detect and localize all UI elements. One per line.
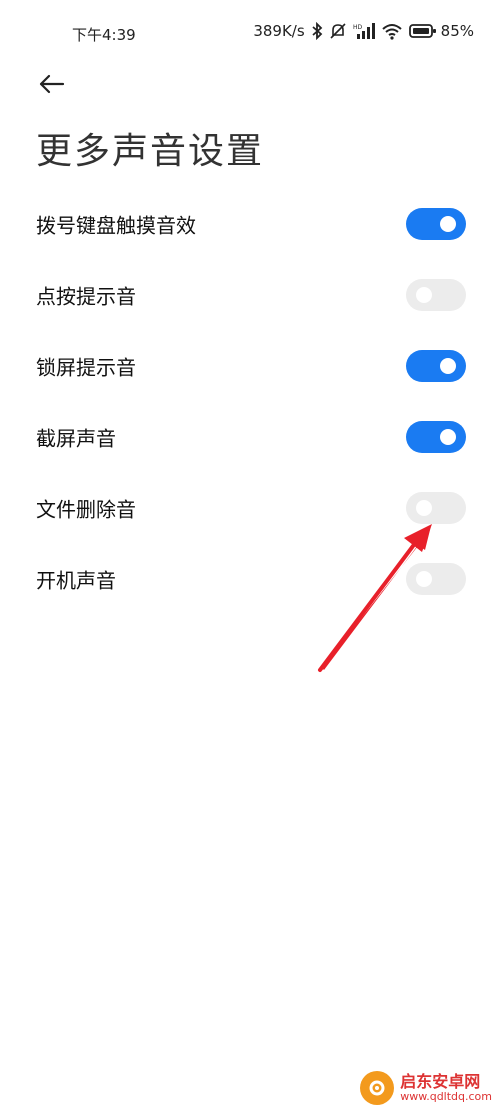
arrow-left-icon: [39, 74, 65, 94]
setting-label: 文件删除音: [36, 497, 136, 521]
setting-row-tap-sound[interactable]: 点按提示音: [0, 259, 500, 330]
setting-label: 点按提示音: [36, 284, 136, 308]
bluetooth-icon: [311, 22, 323, 40]
settings-list: 拨号键盘触摸音效 点按提示音 锁屏提示音 截屏声音 文件删除音 开机声音: [0, 188, 500, 614]
setting-label: 锁屏提示音: [36, 355, 136, 379]
toggle-knob: [416, 286, 432, 303]
watermark-url: www.qdltdq.com: [400, 1089, 492, 1103]
setting-label: 拨号键盘触摸音效: [36, 213, 196, 237]
battery: 85%: [408, 22, 474, 40]
setting-label: 开机声音: [36, 568, 116, 592]
setting-row-dialpad-touch-sound[interactable]: 拨号键盘触摸音效: [0, 188, 500, 259]
toggle-switch[interactable]: [406, 420, 466, 453]
battery-icon: [408, 24, 436, 38]
toggle-knob: [440, 215, 456, 232]
setting-row-screenshot-sound[interactable]: 截屏声音: [0, 401, 500, 472]
hd-signal-icon: HD: [353, 22, 375, 40]
status-icons: 389K/s HD 85%: [253, 22, 474, 40]
status-time: 下午4:39: [72, 26, 136, 44]
toggle-switch[interactable]: [406, 207, 466, 240]
setting-row-file-delete-sound[interactable]: 文件删除音: [0, 472, 500, 543]
toggle-knob: [416, 570, 432, 587]
toggle-switch[interactable]: [406, 349, 466, 382]
svg-text:HD: HD: [353, 24, 363, 31]
back-button[interactable]: [34, 66, 70, 102]
toggle-knob: [440, 428, 456, 445]
toggle-knob: [440, 357, 456, 374]
toggle-switch[interactable]: [406, 562, 466, 595]
watermark-logo-icon: [360, 1071, 395, 1105]
net-speed: 389K/s: [253, 22, 305, 40]
status-bar: 下午4:39 389K/s HD 85%: [0, 0, 500, 66]
toggle-switch[interactable]: [406, 491, 466, 524]
toggle-knob: [416, 499, 432, 516]
setting-label: 截屏声音: [36, 426, 116, 450]
setting-row-boot-sound[interactable]: 开机声音: [0, 543, 500, 614]
watermark-text: 启东安卓网 www.qdltdq.com: [400, 1073, 492, 1103]
watermark-title: 启东安卓网: [400, 1072, 481, 1092]
setting-row-lock-screen-sound[interactable]: 锁屏提示音: [0, 330, 500, 401]
toggle-switch[interactable]: [406, 278, 466, 311]
wifi-icon: [381, 22, 403, 40]
mute-icon: [329, 22, 347, 40]
battery-level: 85%: [440, 22, 474, 40]
page-title: 更多声音设置: [36, 131, 265, 172]
watermark: 启东安卓网 www.qdltdq.com: [360, 1071, 492, 1105]
